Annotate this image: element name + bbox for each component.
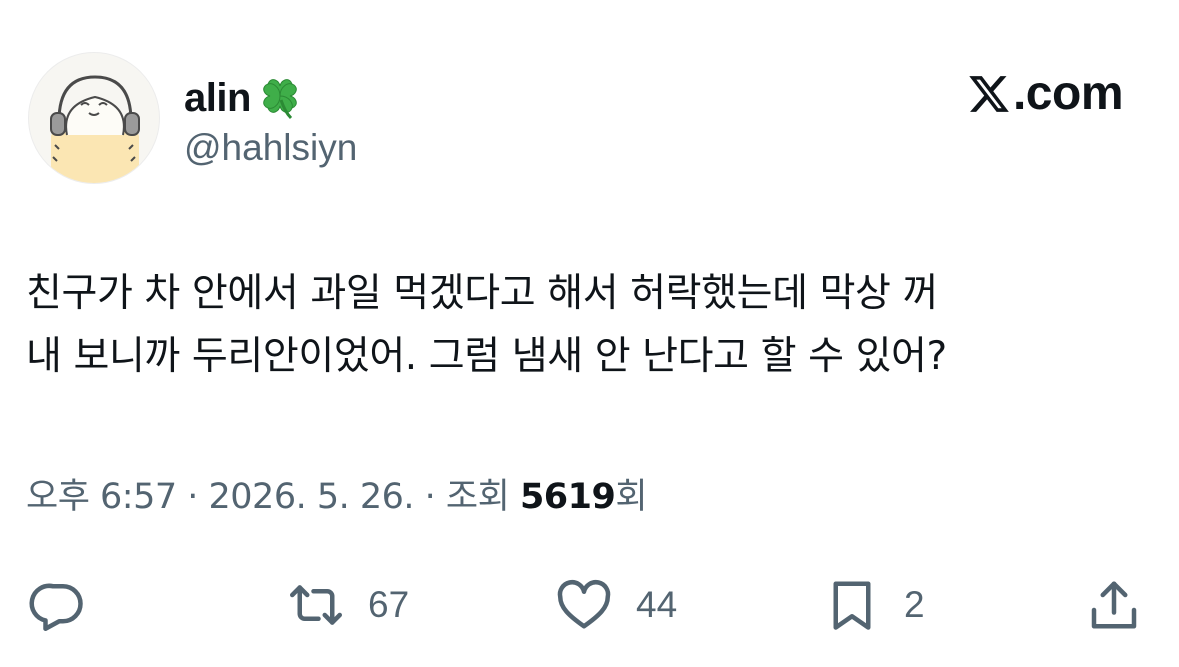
tweet-time[interactable]: 오후 6:57 bbox=[26, 477, 177, 517]
share-button[interactable] bbox=[1084, 570, 1144, 640]
sheep-with-headphones-avatar bbox=[50, 75, 140, 183]
share-icon bbox=[1091, 581, 1137, 629]
retweet-icon bbox=[290, 585, 342, 625]
reply-icon bbox=[29, 583, 83, 631]
retweet-count: 67 bbox=[368, 584, 410, 625]
author-name-row[interactable]: alin bbox=[184, 72, 307, 124]
like-count: 44 bbox=[636, 584, 678, 625]
heart-icon bbox=[557, 579, 611, 629]
reply-button[interactable] bbox=[28, 570, 88, 640]
four-leaf-clover-icon bbox=[255, 72, 307, 124]
retweet-button[interactable]: 67 bbox=[286, 570, 409, 640]
author-display-name[interactable]: alin bbox=[184, 75, 251, 121]
tweet-date[interactable]: 2026. 5. 26. bbox=[209, 477, 415, 517]
tweet-metadata: 오후 6:57 · 2026. 5. 26. · 조회 5619회 bbox=[26, 475, 648, 519]
tweet-text-line: 내 보니까 두리안이었어. 그럼 냄새 안 난다고 할 수 있어? bbox=[26, 334, 947, 379]
bookmark-button[interactable]: 2 bbox=[822, 570, 925, 640]
like-button[interactable]: 44 bbox=[554, 570, 677, 640]
tweet-text: 친구가 차 안에서 과일 먹겠다고 해서 허락했는데 막상 꺼 내 보니까 두리… bbox=[26, 262, 1156, 388]
separator: · bbox=[176, 477, 209, 517]
action-bar: 67 44 2 bbox=[0, 570, 1179, 640]
x-com-brand: .com bbox=[967, 67, 1124, 120]
views-label: 조회 bbox=[445, 477, 520, 517]
tweet-text-line: 친구가 차 안에서 과일 먹겠다고 해서 허락했는데 막상 꺼 bbox=[26, 271, 939, 316]
views-count: 5619 bbox=[519, 477, 616, 517]
separator: · bbox=[414, 477, 446, 517]
views-suffix: 회 bbox=[615, 477, 648, 517]
avatar[interactable] bbox=[28, 52, 160, 184]
brand-suffix: .com bbox=[1012, 67, 1124, 120]
bookmark-icon bbox=[833, 581, 871, 630]
bookmark-count: 2 bbox=[904, 584, 925, 625]
x-logo-icon bbox=[967, 72, 1011, 116]
author-handle[interactable]: @hahlsiyn bbox=[184, 126, 357, 170]
